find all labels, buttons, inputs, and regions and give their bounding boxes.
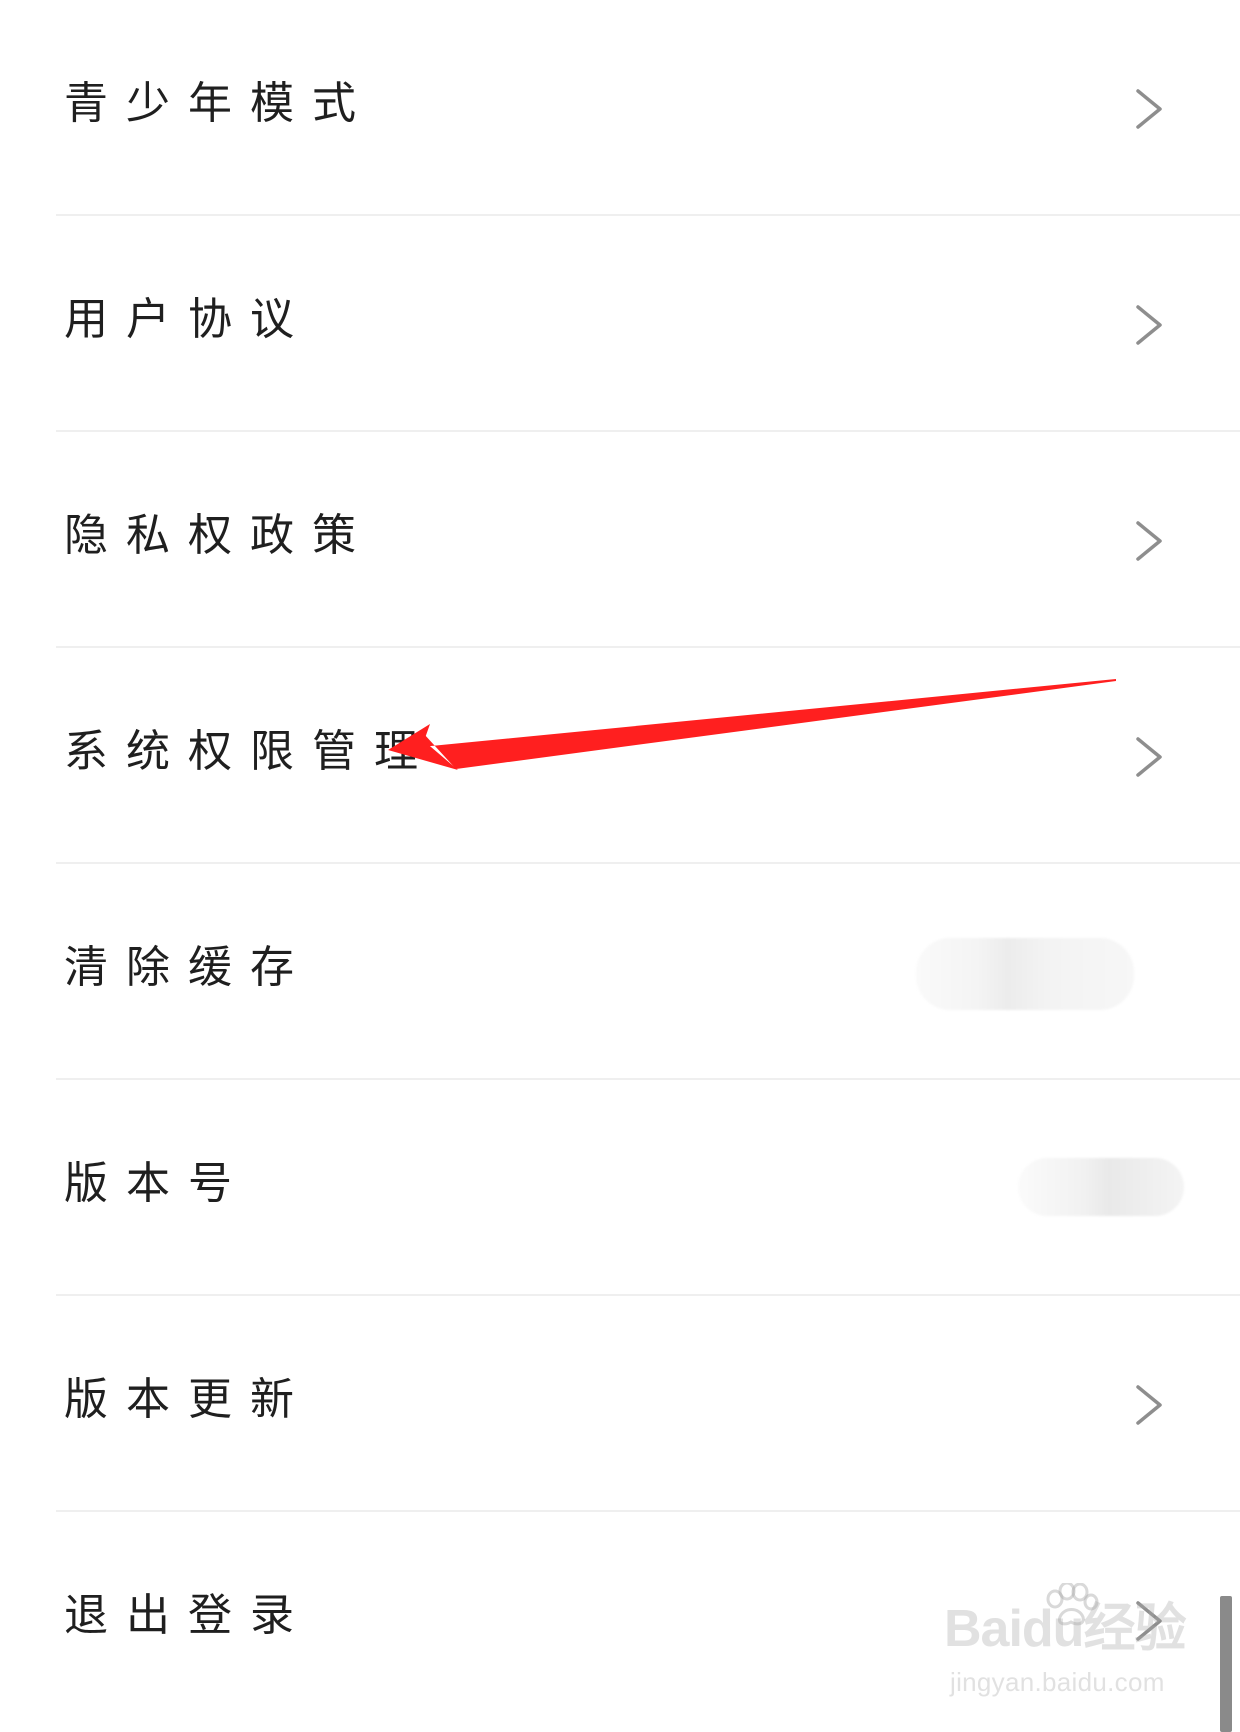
chevron-right-icon bbox=[1136, 89, 1162, 129]
settings-row-label: 清除缓存 bbox=[64, 942, 312, 993]
blurred-version-value bbox=[1018, 1158, 1184, 1216]
settings-row-label: 用户协议 bbox=[64, 294, 312, 345]
chevron-right-icon bbox=[1136, 305, 1162, 345]
settings-row-teen-mode[interactable]: 青少年模式 bbox=[0, 0, 1240, 216]
watermark-main-text: Baidu经验 bbox=[944, 1600, 1186, 1658]
chevron-right-icon bbox=[1136, 521, 1162, 561]
settings-row-version-update[interactable]: 版本更新 bbox=[0, 1296, 1240, 1512]
red-pointer-arrow bbox=[388, 679, 1116, 770]
settings-row-label: 版本更新 bbox=[64, 1374, 312, 1425]
settings-row-label: 青少年模式 bbox=[64, 78, 374, 129]
chevron-right-icon bbox=[1136, 1385, 1162, 1425]
settings-row-label: 退出登录 bbox=[64, 1590, 312, 1641]
scroll-indicator[interactable] bbox=[1220, 1596, 1232, 1732]
settings-row-privacy-policy[interactable]: 隐私权政策 bbox=[0, 432, 1240, 648]
blurred-cache-value bbox=[916, 938, 1134, 1010]
settings-row-user-agreement[interactable]: 用户协议 bbox=[0, 216, 1240, 432]
baidu-watermark: Baidu经验 jingyan.baidu.com bbox=[944, 1583, 1186, 1704]
settings-list: 青少年模式 用户协议 隐私权政策 系统权限管理 清除缓存 版本号 版本更新 退出… bbox=[0, 0, 1240, 1732]
settings-row-label: 隐私权政策 bbox=[64, 510, 374, 561]
settings-row-version-number: 版本号 bbox=[0, 1080, 1240, 1296]
settings-row-clear-cache[interactable]: 清除缓存 bbox=[0, 864, 1240, 1080]
watermark-sub-text: jingyan.baidu.com bbox=[950, 1667, 1165, 1697]
settings-row-label: 系统权限管理 bbox=[64, 726, 436, 777]
chevron-right-icon bbox=[1136, 737, 1162, 777]
settings-row-label: 版本号 bbox=[64, 1158, 250, 1209]
